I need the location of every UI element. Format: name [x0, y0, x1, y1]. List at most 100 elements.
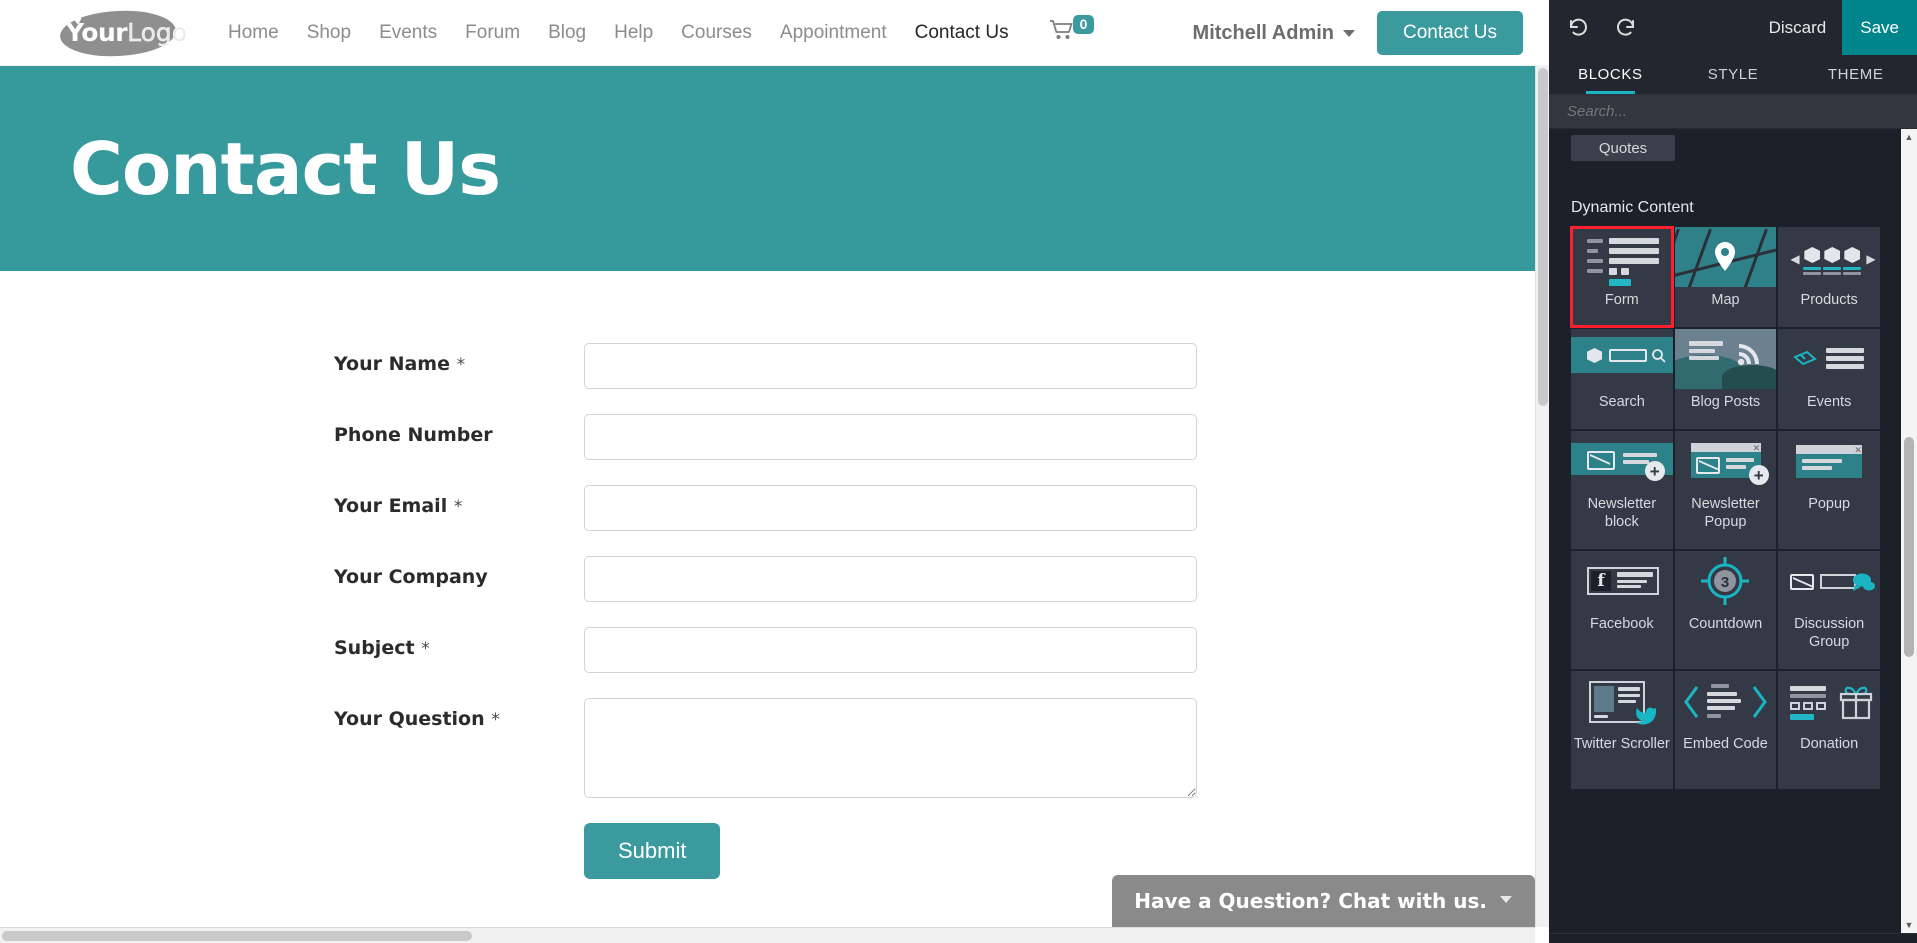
input-your-company[interactable] [584, 556, 1197, 602]
block-tile-label: Donation [1800, 736, 1859, 752]
block-tile-label: Discussion Group [1794, 616, 1865, 650]
dynamic-content-block-grid: Form Map ◀ ▶ Products Search Blog Posts … [1570, 226, 1880, 789]
menu-item-events[interactable]: Events [365, 22, 451, 44]
required-marker: * [453, 497, 463, 517]
input-your-question[interactable] [584, 698, 1197, 798]
label-text: Your Question [334, 708, 485, 730]
cart-button[interactable]: 0 [1049, 15, 1095, 46]
block-tile-embed-code[interactable]: Embed Code [1674, 671, 1777, 789]
block-tile-form[interactable]: Form [1570, 226, 1674, 328]
tab-style[interactable]: STYLE [1672, 55, 1795, 94]
block-tile-products[interactable]: ◀ ▶ Products [1778, 227, 1880, 327]
submit-button[interactable]: Submit [584, 823, 721, 879]
block-tile-quotes[interactable]: Quotes [1571, 135, 1675, 161]
block-tile-popup[interactable]: ✕ Popup [1778, 431, 1880, 549]
input-subject[interactable] [584, 627, 1197, 673]
required-marker: * [491, 710, 500, 730]
menu-item-appointment[interactable]: Appointment [766, 22, 901, 44]
input-your-email[interactable] [584, 485, 1197, 531]
user-menu-button[interactable]: Mitchell Admin [1192, 21, 1356, 45]
preview-horizontal-scrollbar[interactable] [0, 927, 1535, 943]
form-row-your-company: Your Company [0, 556, 1549, 602]
discard-button[interactable]: Discard [1753, 18, 1843, 38]
block-tile-label: Events [1806, 394, 1852, 410]
form-row-your-email: Your Email * [0, 485, 1549, 531]
svg-text:3: 3 [1721, 574, 1729, 591]
ticket-icon [1778, 329, 1880, 389]
undo-icon[interactable] [1559, 9, 1597, 47]
block-tile-label: Search [1598, 394, 1645, 410]
required-marker: * [421, 639, 430, 659]
label-your-company: Your Company [334, 556, 584, 588]
tab-blocks[interactable]: BLOCKS [1549, 55, 1672, 94]
blocks-search-bar [1549, 95, 1917, 129]
block-tile-label: Products [1800, 292, 1858, 308]
navbar-right: Mitchell Admin Contact Us [1193, 0, 1523, 66]
label-text: Your Email [334, 495, 448, 517]
preview-hscroll-thumb[interactable] [2, 931, 472, 941]
twitter-bird-icon [1571, 671, 1673, 731]
hero-banner: Contact Us [0, 66, 1549, 271]
block-tile-newsletter-popup[interactable]: ✕ + Newsletter Popup [1674, 431, 1777, 549]
search-input[interactable] [1565, 102, 1901, 121]
label-your-name: Your Name * [334, 343, 584, 375]
block-category-title: Dynamic Content [1571, 199, 1694, 216]
tab-theme[interactable]: THEME [1794, 55, 1917, 94]
blocks-list: Quotes Dynamic Content Form Map ◀ ▶ Prod… [1549, 129, 1917, 933]
block-tile-label: Newsletter Popup [1691, 496, 1760, 530]
editor-bottom-bar [1549, 933, 1917, 943]
block-tile-label: Embed Code [1683, 736, 1768, 752]
form-row-phone-number: Phone Number [0, 414, 1549, 460]
block-tile-events[interactable]: Events [1778, 329, 1880, 429]
block-tile-facebook[interactable]: f Facebook [1571, 551, 1673, 669]
products-carousel-icon: ◀ ▶ [1778, 227, 1880, 287]
logo-text: YourLogo [66, 19, 187, 44]
map-pin-icon [1674, 227, 1777, 287]
menu-item-help[interactable]: Help [600, 22, 667, 44]
input-your-name[interactable] [584, 343, 1197, 389]
chat-widget-button[interactable]: Have a Question? Chat with us. [1112, 875, 1535, 927]
block-tile-map[interactable]: Map [1674, 227, 1777, 327]
save-button[interactable]: Save [1842, 0, 1917, 55]
chevron-down-icon [1343, 29, 1356, 37]
scroll-down-arrow-icon[interactable]: ▼ [1901, 917, 1917, 933]
block-tile-twitter-scroller[interactable]: Twitter Scroller [1571, 671, 1673, 789]
page-title: Contact Us [70, 126, 501, 211]
label-text: Your Name [334, 353, 450, 375]
editor-window: YourLogo Home Shop Events Forum Blog Hel… [0, 0, 1917, 943]
block-tile-countdown[interactable]: 3 Countdown [1674, 551, 1777, 669]
block-tile-label: Countdown [1688, 616, 1763, 632]
redo-icon[interactable] [1607, 9, 1645, 47]
envelope-popup-plus-icon: ✕ + [1675, 431, 1777, 491]
block-tile-blog-posts[interactable]: Blog Posts [1674, 329, 1777, 429]
menu-item-courses[interactable]: Courses [667, 22, 766, 44]
block-tile-search[interactable]: Search [1571, 329, 1673, 429]
blocks-scroll-thumb[interactable] [1904, 437, 1914, 657]
menu-item-home[interactable]: Home [214, 22, 293, 44]
form-icon [1571, 227, 1673, 287]
preview-vertical-scrollbar[interactable] [1535, 66, 1549, 927]
block-tile-newsletter-block[interactable]: + Newsletter block [1571, 431, 1673, 549]
block-tile-label: Twitter Scroller [1573, 736, 1670, 752]
cart-count-badge: 0 [1072, 15, 1095, 34]
label-text: Your Company [334, 566, 488, 588]
menu-item-shop[interactable]: Shop [293, 22, 365, 44]
site-logo[interactable]: YourLogo [52, 7, 187, 59]
menu-item-forum[interactable]: Forum [451, 22, 534, 44]
chat-widget-label: Have a Question? Chat with us. [1134, 889, 1487, 913]
menu-item-blog[interactable]: Blog [534, 22, 600, 44]
label-your-question: Your Question * [334, 698, 584, 730]
website-preview: YourLogo Home Shop Events Forum Blog Hel… [0, 0, 1549, 943]
facebook-card-icon: f [1571, 551, 1673, 611]
blocks-scrollbar[interactable]: ▲ ▼ [1901, 129, 1917, 933]
contact-us-cta-button[interactable]: Contact Us [1377, 11, 1523, 55]
preview-scroll-thumb[interactable] [1538, 68, 1548, 406]
user-name-label: Mitchell Admin [1192, 21, 1335, 44]
countdown-target-icon: 3 [1675, 551, 1777, 611]
menu-item-contact-us[interactable]: Contact Us [901, 22, 1023, 44]
website-editor-panel: Discard Save BLOCKS STYLE THEME Quotes D… [1549, 0, 1917, 943]
block-tile-donation[interactable]: Donation [1778, 671, 1880, 789]
input-phone-number[interactable] [584, 414, 1197, 460]
block-tile-discussion-group[interactable]: Discussion Group [1778, 551, 1880, 669]
scroll-up-arrow-icon[interactable]: ▲ [1901, 129, 1917, 145]
